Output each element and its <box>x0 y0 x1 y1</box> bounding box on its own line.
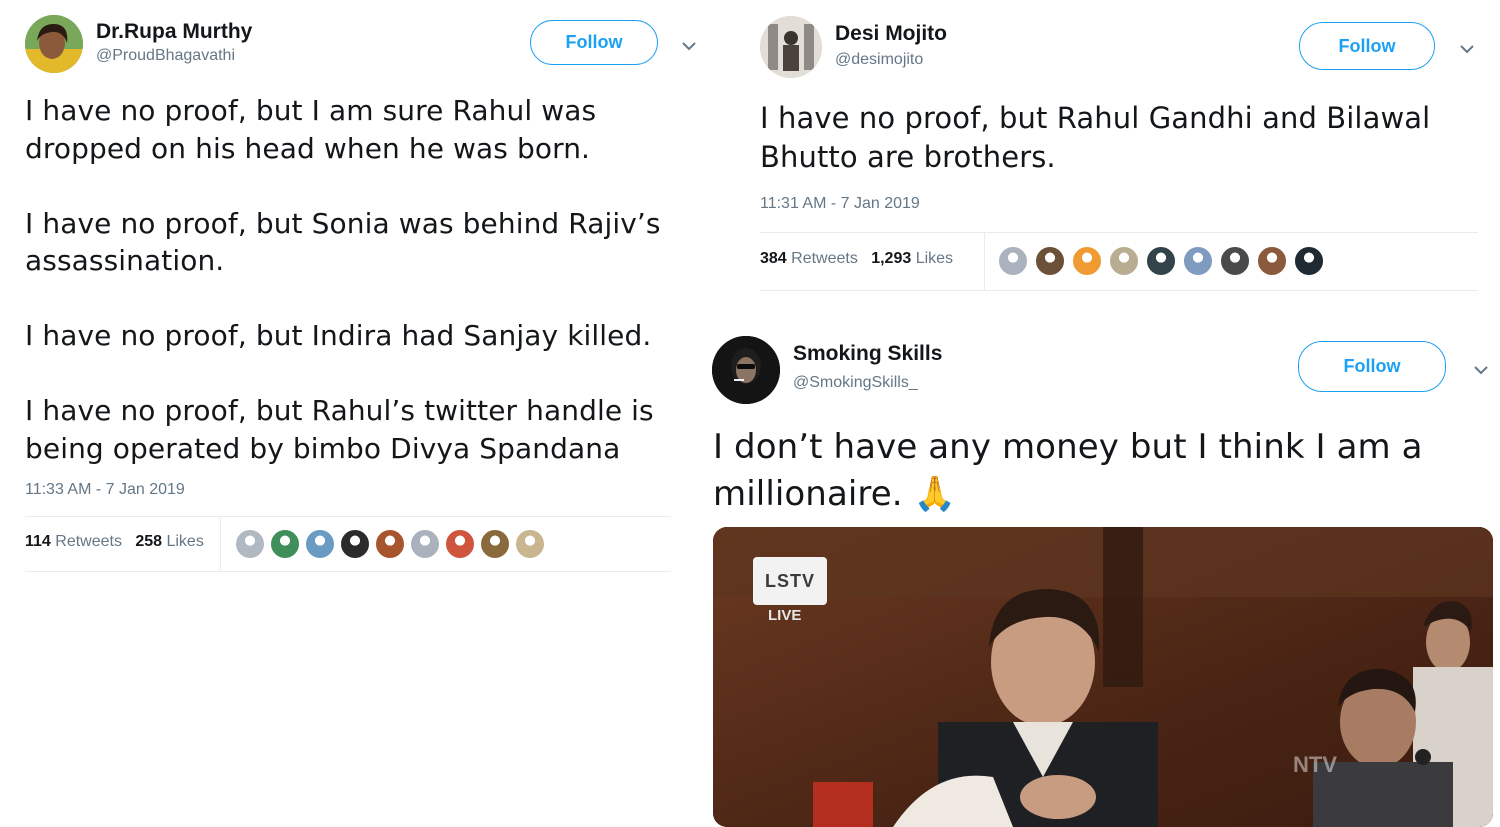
tweet-stats: 384 Retweets 1,293 Likes <box>760 250 953 268</box>
likes-label[interactable]: Likes <box>166 533 203 550</box>
watermark: NTV <box>1293 752 1337 777</box>
retweets-label[interactable]: Retweets <box>791 250 858 267</box>
display-name[interactable]: Dr.Rupa Murthy <box>96 20 252 44</box>
tweet-timestamp[interactable]: 11:33 AM - 7 Jan 2019 <box>25 481 185 499</box>
tweet-1: Dr.Rupa Murthy @ProudBhagavathi Follow I… <box>0 0 700 600</box>
avatar-image <box>712 336 780 404</box>
liker-avatar[interactable] <box>1146 246 1176 276</box>
tweet-media-video[interactable]: LSTV LIVE NTV <box>713 527 1493 827</box>
profile-avatar[interactable] <box>760 16 822 78</box>
tweet-stats: 114 Retweets 258 Likes <box>25 533 204 551</box>
liker-avatar[interactable] <box>1220 246 1250 276</box>
chevron-down-icon[interactable] <box>678 35 700 57</box>
tweet-timestamp[interactable]: 11:31 AM - 7 Jan 2019 <box>760 195 920 213</box>
avatar-image <box>760 16 822 78</box>
liker-avatar[interactable] <box>480 529 510 559</box>
channel-logo: LSTV <box>753 557 827 605</box>
retweets-count[interactable]: 384 <box>760 250 787 267</box>
divider <box>760 232 1478 233</box>
tweet-text: I don’t have any money but I think I am … <box>713 427 1423 514</box>
liker-avatar[interactable] <box>1294 246 1324 276</box>
liker-avatar[interactable] <box>1072 246 1102 276</box>
live-label: LIVE <box>768 607 802 624</box>
likes-label[interactable]: Likes <box>916 250 953 267</box>
liker-avatar[interactable] <box>1035 246 1065 276</box>
follow-button[interactable]: Follow <box>1299 22 1435 70</box>
liker-avatars <box>235 529 545 559</box>
liker-avatar[interactable] <box>340 529 370 559</box>
tweet-text: I have no proof, but Rahul Gandhi and Bi… <box>760 101 1431 174</box>
stats-divider <box>220 516 221 572</box>
divider <box>25 571 671 572</box>
display-name[interactable]: Smoking Skills <box>793 342 942 366</box>
likes-count[interactable]: 258 <box>135 533 162 550</box>
liker-avatar[interactable] <box>445 529 475 559</box>
tweet-3: Smoking Skills @SmokingSkills_ Follow I … <box>700 320 1500 827</box>
user-handle[interactable]: @ProudBhagavathi <box>96 47 235 65</box>
likes-count[interactable]: 1,293 <box>871 250 911 267</box>
follow-button[interactable]: Follow <box>530 20 658 65</box>
liker-avatar[interactable] <box>998 246 1028 276</box>
liker-avatar[interactable] <box>1109 246 1139 276</box>
chevron-down-icon[interactable] <box>1470 359 1492 381</box>
follow-button[interactable]: Follow <box>1298 341 1446 392</box>
channel-logo-text: LSTV <box>764 570 815 591</box>
user-handle[interactable]: @SmokingSkills_ <box>793 374 918 392</box>
liker-avatar[interactable] <box>270 529 300 559</box>
liker-avatar[interactable] <box>410 529 440 559</box>
liker-avatar[interactable] <box>1257 246 1287 276</box>
profile-avatar[interactable] <box>712 336 780 404</box>
tweet-text: I have no proof, but I am sure Rahul was… <box>25 94 661 465</box>
stats-divider <box>984 232 985 290</box>
chevron-down-icon[interactable] <box>1456 38 1478 60</box>
liker-avatar[interactable] <box>375 529 405 559</box>
tweet-2: Desi Mojito @desimojito Follow I have no… <box>740 0 1500 300</box>
display-name[interactable]: Desi Mojito <box>835 22 947 46</box>
video-frame <box>713 527 1493 827</box>
liker-avatar[interactable] <box>515 529 545 559</box>
liker-avatar[interactable] <box>305 529 335 559</box>
retweets-label[interactable]: Retweets <box>55 533 122 550</box>
user-handle[interactable]: @desimojito <box>835 51 923 69</box>
liker-avatars <box>998 246 1324 276</box>
profile-avatar[interactable] <box>25 15 83 73</box>
divider <box>25 516 671 517</box>
retweets-count[interactable]: 114 <box>25 533 51 550</box>
avatar-image <box>25 15 83 73</box>
divider <box>760 290 1478 291</box>
liker-avatar[interactable] <box>1183 246 1213 276</box>
liker-avatar[interactable] <box>235 529 265 559</box>
